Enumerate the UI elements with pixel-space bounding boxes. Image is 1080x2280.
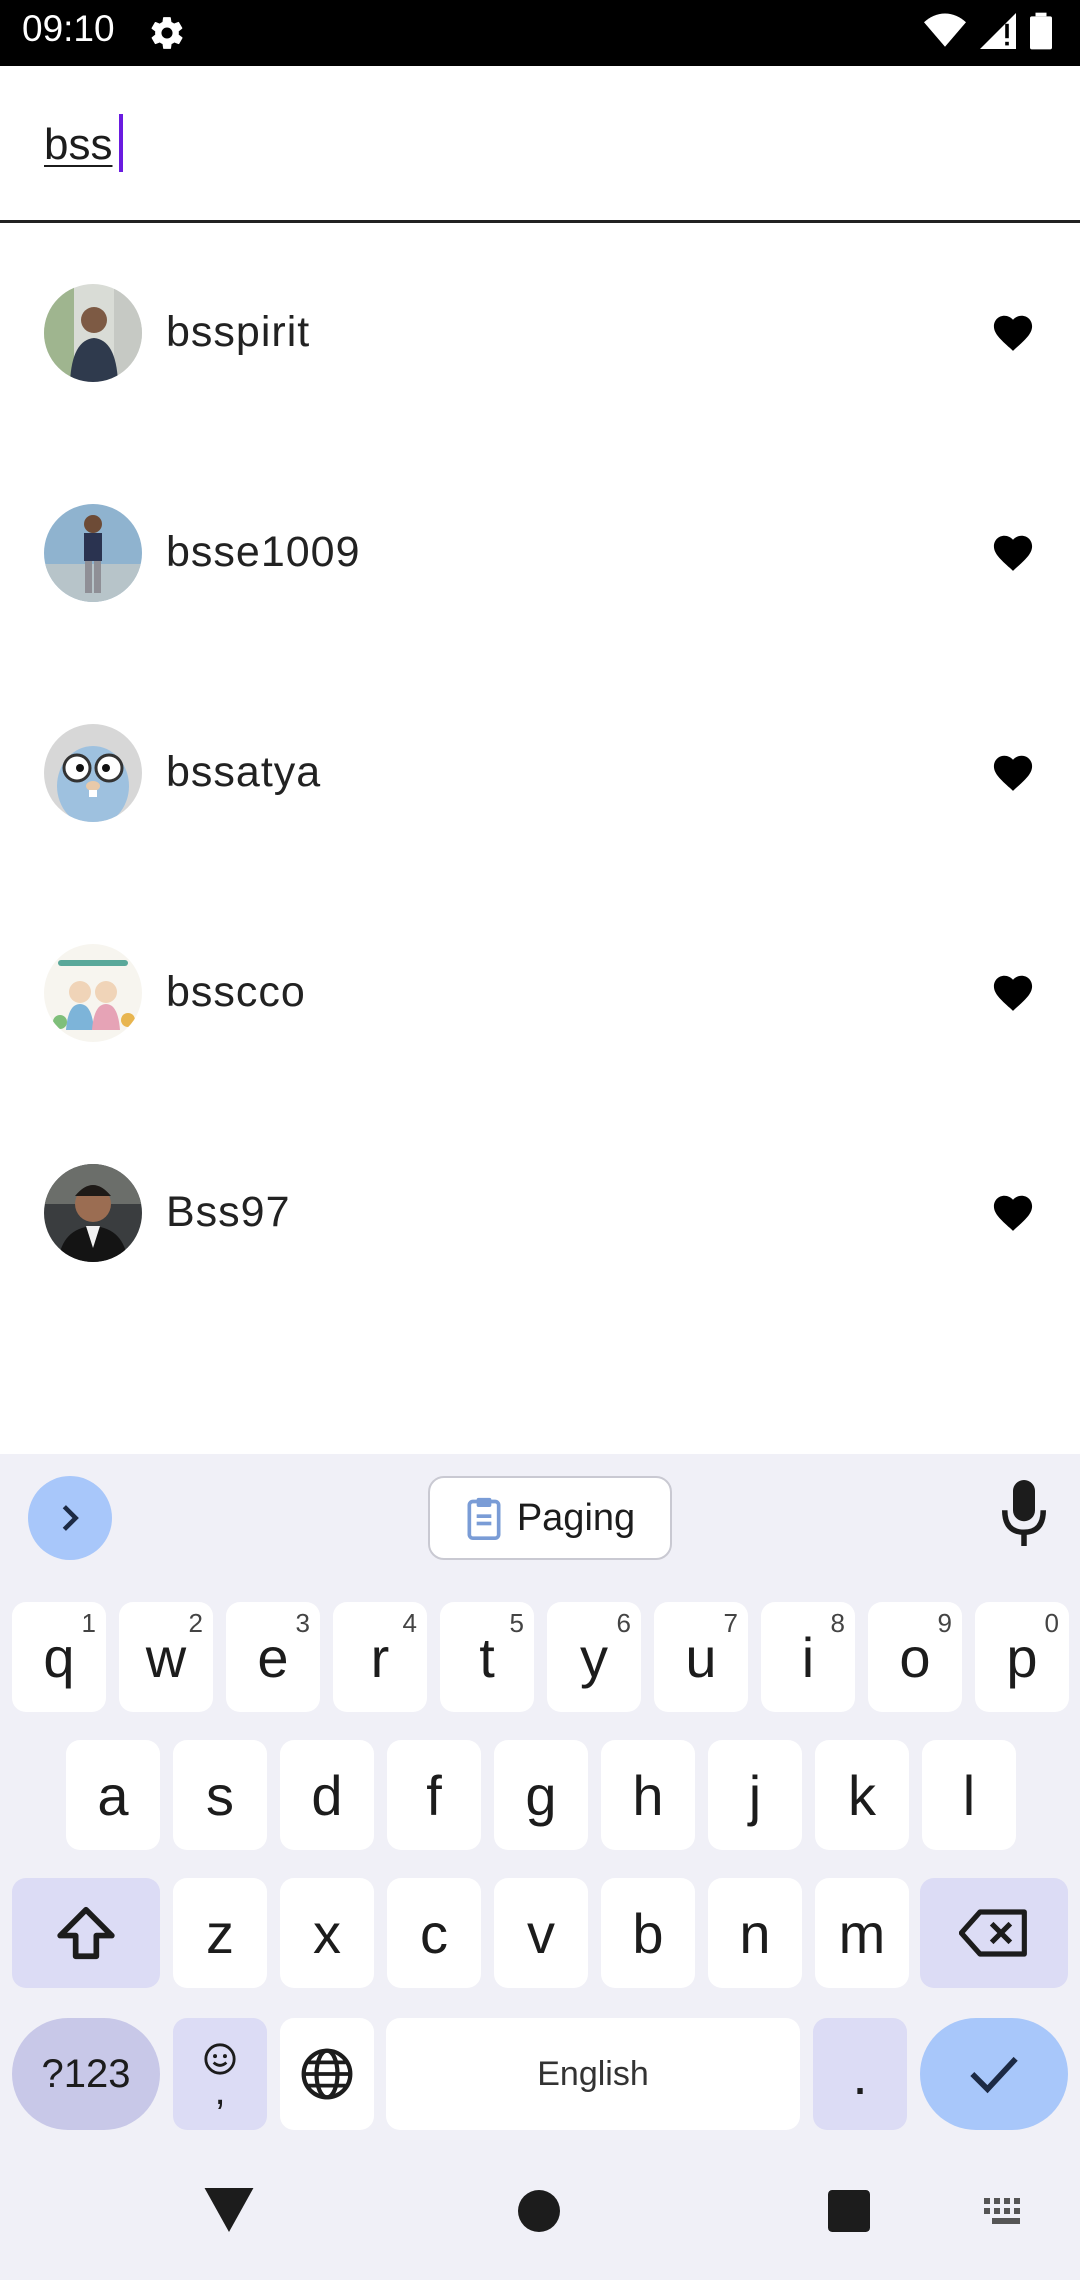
user-list: bsspirit bsse1009 bssatya bsscco Bss97: [0, 222, 1080, 1322]
key-a[interactable]: a: [66, 1740, 160, 1850]
key-e[interactable]: e3: [226, 1602, 320, 1712]
avatar: [44, 724, 142, 822]
list-item[interactable]: Bss97: [0, 1102, 1080, 1322]
checkmark-icon: [970, 2056, 1018, 2094]
microphone-icon[interactable]: [1002, 1480, 1046, 1546]
keyboard-toolbar: Paging: [0, 1454, 1080, 1584]
favorite-heart-icon[interactable]: [990, 750, 1036, 792]
key-o[interactable]: o9: [868, 1602, 962, 1712]
key-g[interactable]: g: [494, 1740, 588, 1850]
globe-icon: [301, 2048, 353, 2100]
list-item[interactable]: bssatya: [0, 662, 1080, 882]
favorite-heart-icon[interactable]: [990, 530, 1036, 572]
key-c[interactable]: c: [387, 1878, 481, 1988]
clipboard-chip-label: Paging: [516, 1496, 636, 1539]
username: bsspirit: [166, 308, 311, 356]
key-r[interactable]: r4: [333, 1602, 427, 1712]
chevron-right-icon: [62, 1505, 79, 1531]
status-time: 09:10: [22, 8, 115, 49]
key-n[interactable]: n: [708, 1878, 802, 1988]
key-u[interactable]: u7: [654, 1602, 748, 1712]
back-triangle-icon[interactable]: [204, 2188, 254, 2232]
signal-icon: [980, 13, 1016, 49]
key-p[interactable]: p0: [975, 1602, 1069, 1712]
key-h[interactable]: h: [601, 1740, 695, 1850]
avatar: [44, 1164, 142, 1262]
clipboard-icon: [467, 1497, 501, 1540]
key-w[interactable]: w2: [119, 1602, 213, 1712]
language-key[interactable]: [280, 2018, 374, 2130]
key-t[interactable]: t5: [440, 1602, 534, 1712]
key-q[interactable]: q1: [12, 1602, 106, 1712]
key-z[interactable]: z: [173, 1878, 267, 1988]
expand-toolbar-button[interactable]: [28, 1476, 112, 1560]
list-item[interactable]: bsscco: [0, 882, 1080, 1102]
username: bsse1009: [166, 528, 361, 576]
key-i[interactable]: i8: [761, 1602, 855, 1712]
key-y[interactable]: y6: [547, 1602, 641, 1712]
key-f[interactable]: f: [387, 1740, 481, 1850]
avatar: [44, 284, 142, 382]
settings-gear-icon: [151, 17, 183, 49]
wifi-icon: [924, 13, 966, 47]
emoji-comma-key[interactable]: ,: [173, 2018, 267, 2130]
home-circle-icon[interactable]: [518, 2190, 560, 2232]
favorite-heart-icon[interactable]: [990, 1190, 1036, 1232]
key-d[interactable]: d: [280, 1740, 374, 1850]
key-l[interactable]: l: [922, 1740, 1016, 1850]
key-s[interactable]: s: [173, 1740, 267, 1850]
period-key[interactable]: .: [813, 2018, 907, 2130]
keyboard-switch-icon[interactable]: [984, 2198, 1028, 2226]
shift-key[interactable]: [12, 1878, 160, 1988]
status-bar: 09:10: [0, 0, 1080, 66]
search-input[interactable]: bss: [44, 120, 112, 170]
recents-square-icon[interactable]: [828, 2190, 870, 2232]
avatar: [44, 944, 142, 1042]
list-item[interactable]: bsspirit: [0, 222, 1080, 442]
shift-arrow-icon: [57, 1906, 115, 1960]
favorite-heart-icon[interactable]: [990, 970, 1036, 1012]
key-j[interactable]: j: [708, 1740, 802, 1850]
key-b[interactable]: b: [601, 1878, 695, 1988]
username: bsscco: [166, 968, 306, 1016]
avatar: [44, 504, 142, 602]
navigation-bar: [0, 2150, 1080, 2280]
username: Bss97: [166, 1188, 291, 1236]
backspace-key[interactable]: [920, 1878, 1068, 1988]
list-item[interactable]: bsse1009: [0, 442, 1080, 662]
key-x[interactable]: x: [280, 1878, 374, 1988]
key-v[interactable]: v: [494, 1878, 588, 1988]
username: bssatya: [166, 748, 322, 796]
space-key[interactable]: English: [386, 2018, 800, 2130]
done-key[interactable]: [920, 2018, 1068, 2130]
text-caret: [119, 114, 123, 172]
key-m[interactable]: m: [815, 1878, 909, 1988]
status-icons: [924, 12, 1052, 50]
key-k[interactable]: k: [815, 1740, 909, 1850]
clipboard-suggestion-chip[interactable]: Paging: [428, 1476, 672, 1560]
backspace-icon: [959, 1909, 1027, 1957]
battery-icon: [1030, 12, 1052, 50]
search-field[interactable]: bss: [0, 66, 1080, 223]
favorite-heart-icon[interactable]: [990, 310, 1036, 352]
symbols-key[interactable]: ?123: [12, 2018, 160, 2130]
